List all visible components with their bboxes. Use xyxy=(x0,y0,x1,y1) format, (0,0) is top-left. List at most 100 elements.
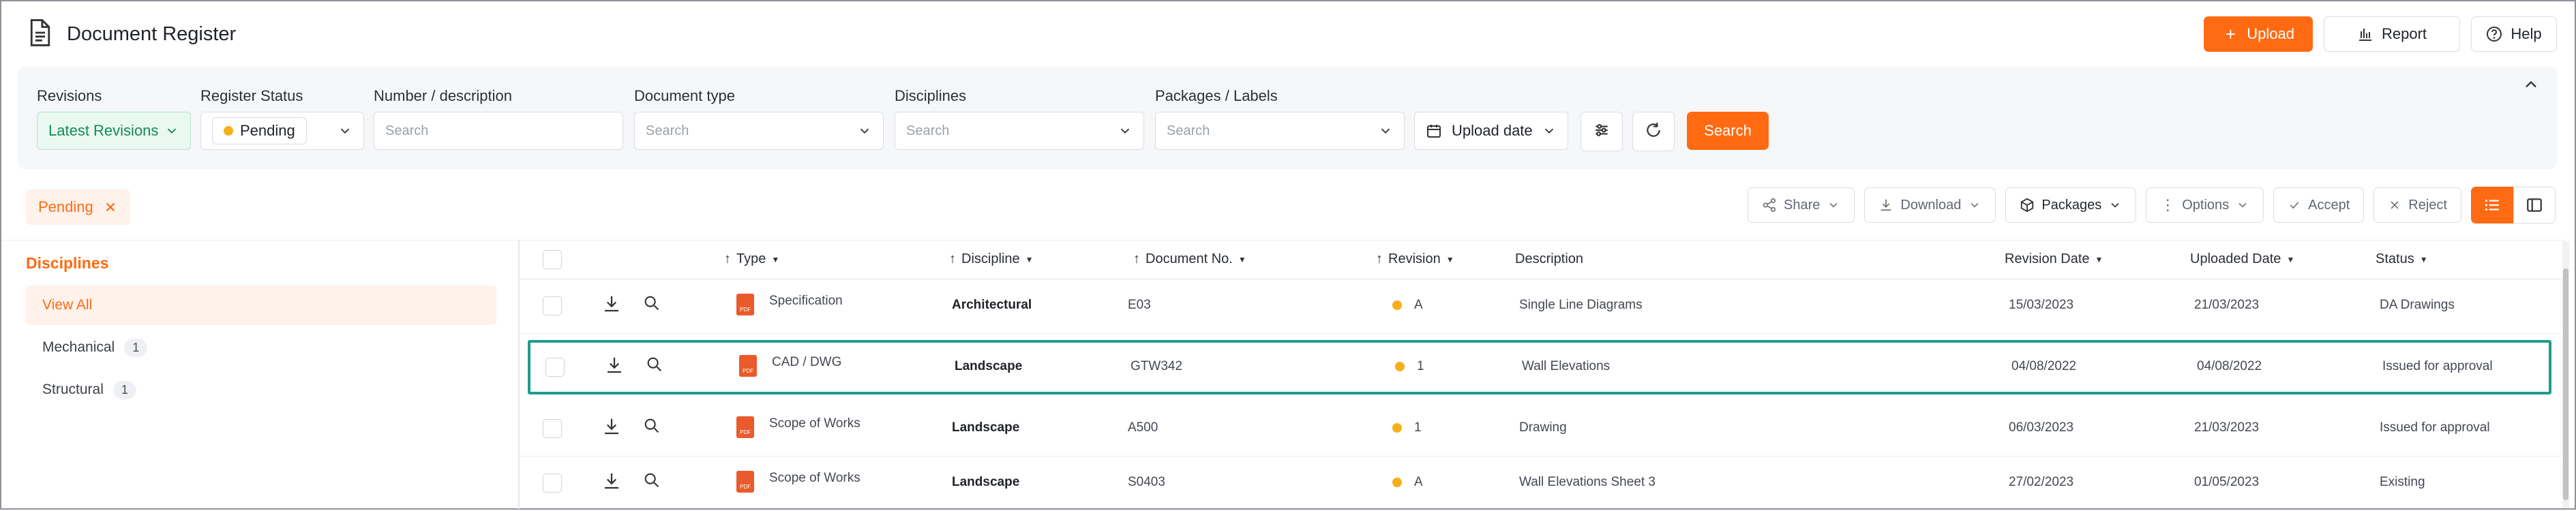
column-discipline-label: Discipline xyxy=(961,251,1020,266)
caret-down-icon: ▼ xyxy=(2419,254,2428,264)
cell-discipline: Landscape xyxy=(952,475,1020,489)
packages-labels-label: Packages / Labels xyxy=(1155,87,1278,104)
table-row[interactable]: PDF Scope of Works Landscape A500 1 Draw… xyxy=(520,401,2565,456)
column-type[interactable]: ↑ Type ▼ xyxy=(724,251,779,267)
help-icon xyxy=(2486,26,2502,42)
chevron-down-icon xyxy=(1542,123,1557,138)
table-row-selected[interactable]: PDF CAD / DWG Landscape GTW342 1 Wall El… xyxy=(528,340,2551,394)
list-view-button[interactable] xyxy=(2471,187,2513,223)
accept-label: Accept xyxy=(2308,197,2350,213)
close-icon[interactable] xyxy=(103,200,118,215)
reset-filters-button[interactable] xyxy=(1632,112,1675,151)
options-button[interactable]: ⋮ Options xyxy=(2146,187,2264,223)
pdf-icon: PDF xyxy=(736,416,754,438)
packages-labels-placeholder: Search xyxy=(1167,123,1210,138)
chevron-up-icon[interactable] xyxy=(2521,75,2541,97)
column-discipline[interactable]: ↑ Discipline ▼ xyxy=(949,251,1033,267)
document-type-label: Document type xyxy=(634,87,735,104)
chevron-down-icon xyxy=(1968,198,1981,212)
cell-uploaded-date: 04/08/2022 xyxy=(2197,359,2262,373)
cell-discipline: Landscape xyxy=(955,359,1023,373)
document-type-select[interactable]: Search xyxy=(634,112,884,150)
cell-document-no: E03 xyxy=(1128,298,1151,312)
help-button[interactable]: Help xyxy=(2471,16,2557,52)
magnifier-icon[interactable] xyxy=(642,471,661,493)
header-actions: + Upload Report Help xyxy=(2204,16,2557,52)
column-status[interactable]: Status ▼ xyxy=(2376,251,2428,267)
column-uploaded-date[interactable]: Uploaded Date ▼ xyxy=(2190,251,2294,267)
column-revision[interactable]: ↑ Revision ▼ xyxy=(1376,251,1454,267)
cell-status: DA Drawings xyxy=(2380,298,2455,312)
register-status-select[interactable]: Pending xyxy=(200,112,364,150)
upload-date-select[interactable]: Upload date xyxy=(1414,112,1568,150)
plus-icon: + xyxy=(2225,23,2236,44)
sidebar-item-view-all[interactable]: View All xyxy=(26,285,496,325)
caret-down-icon: ▼ xyxy=(771,254,780,264)
revision-status-dot xyxy=(1392,422,1402,433)
row-checkbox[interactable] xyxy=(543,419,562,438)
packages-label: Packages xyxy=(2041,197,2102,213)
cell-revision-date: 06/03/2023 xyxy=(2009,420,2074,435)
magnifier-icon[interactable] xyxy=(642,416,661,439)
magnifier-icon[interactable] xyxy=(645,355,664,377)
disciplines-select[interactable]: Search xyxy=(895,112,1144,150)
title-wrap: Document Register xyxy=(29,19,236,50)
table-row[interactable]: PDF Specification Architectural E03 A Si… xyxy=(520,279,2565,334)
packages-labels-select[interactable]: Search xyxy=(1155,112,1405,150)
table-header: ↑ Type ▼ ↑ Discipline ▼ ↑ Document No. ▼… xyxy=(520,241,2565,279)
cell-document-no: A500 xyxy=(1128,420,1158,435)
cell-revision-value: A xyxy=(1414,475,1423,489)
caret-down-icon: ▼ xyxy=(2095,254,2103,264)
panel-view-button[interactable] xyxy=(2513,187,2556,223)
number-description-input[interactable]: Search xyxy=(374,112,623,150)
revision-status-dot xyxy=(1395,361,1405,371)
row-checkbox[interactable] xyxy=(545,358,565,377)
report-button[interactable]: Report xyxy=(2324,16,2460,52)
cell-discipline: Landscape xyxy=(952,420,1020,435)
packages-button[interactable]: Packages xyxy=(2005,187,2137,223)
action-bar: Share Download Packages ⋮ Options Accept… xyxy=(1748,187,2556,223)
chevron-down-icon xyxy=(857,123,872,138)
bar-chart-icon xyxy=(2357,26,2373,42)
reject-button[interactable]: Reject xyxy=(2373,187,2461,223)
cell-document-no: GTW342 xyxy=(1130,359,1183,373)
share-button[interactable]: Share xyxy=(1748,187,1855,223)
search-button[interactable]: Search xyxy=(1687,112,1769,150)
pdf-icon: PDF xyxy=(739,355,757,377)
download-icon[interactable] xyxy=(601,416,622,440)
download-button[interactable]: Download xyxy=(1864,187,1996,223)
accept-button[interactable]: Accept xyxy=(2273,187,2365,223)
scrollbar-thumb[interactable] xyxy=(2563,268,2568,500)
table-row[interactable]: PDF Scope of Works Landscape S0403 A Wal… xyxy=(520,456,2565,511)
calendar-icon xyxy=(1426,123,1442,139)
advanced-filters-button[interactable] xyxy=(1581,112,1623,151)
revisions-select[interactable]: Latest Revisions xyxy=(37,112,191,150)
row-checkbox[interactable] xyxy=(543,474,562,493)
magnifier-icon[interactable] xyxy=(642,294,661,316)
cell-description: Single Line Diagrams xyxy=(1519,298,1643,312)
row-checkbox[interactable] xyxy=(543,296,562,315)
sidebar-item-label: Structural xyxy=(42,382,104,397)
column-document-no[interactable]: ↑ Document No. ▼ xyxy=(1133,251,1246,267)
cell-type: Scope of Works xyxy=(769,471,860,485)
applied-filter-tag[interactable]: Pending xyxy=(26,189,130,225)
download-icon[interactable] xyxy=(601,294,622,318)
upload-button[interactable]: + Upload xyxy=(2204,16,2313,52)
chevron-down-icon xyxy=(2236,198,2249,212)
sidebar-item-mechanical[interactable]: Mechanical 1 xyxy=(26,328,496,367)
cell-revision-value: 1 xyxy=(1414,420,1422,435)
caret-down-icon: ▼ xyxy=(2286,254,2295,264)
select-all-checkbox[interactable] xyxy=(543,250,562,269)
download-icon[interactable] xyxy=(604,355,625,379)
filters-panel: Revisions Latest Revisions Register Stat… xyxy=(18,67,2557,169)
help-label: Help xyxy=(2511,25,2542,42)
sidebar-item-structural[interactable]: Structural 1 xyxy=(26,370,496,409)
options-label: Options xyxy=(2182,197,2230,213)
cell-revision-value: A xyxy=(1414,298,1423,312)
vertical-scrollbar[interactable] xyxy=(2562,241,2569,508)
column-revision-date[interactable]: Revision Date ▼ xyxy=(2005,251,2103,267)
download-icon[interactable] xyxy=(601,471,622,495)
sort-up-icon: ↑ xyxy=(1133,251,1140,266)
cell-discipline: Architectural xyxy=(952,298,1032,312)
sidebar-item-label: View All xyxy=(42,297,93,313)
